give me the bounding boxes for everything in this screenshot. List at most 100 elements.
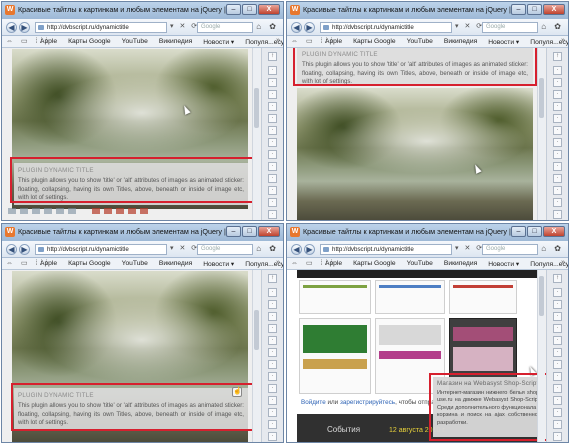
scrollbar-thumb[interactable] bbox=[254, 310, 259, 350]
sidebar-button[interactable]: · bbox=[268, 66, 277, 75]
back-button[interactable]: ◀ bbox=[6, 22, 17, 33]
sidebar-button[interactable]: · bbox=[268, 102, 277, 111]
bookmark-news[interactable]: Новости ▾ bbox=[488, 260, 519, 268]
portfolio-thumbnail[interactable] bbox=[299, 318, 371, 394]
bookmark-google-maps[interactable]: Карты Google bbox=[68, 260, 110, 268]
home-settings-icons[interactable]: ⌂ ✿ bbox=[541, 22, 564, 31]
sidebar-button[interactable]: · bbox=[268, 210, 277, 219]
bookmark-youtube[interactable]: YouTube bbox=[122, 260, 148, 268]
sidebar-button[interactable]: · bbox=[268, 384, 277, 393]
sidebar-button[interactable]: · bbox=[553, 360, 562, 369]
bookmark-apple[interactable]: Apple bbox=[40, 260, 57, 268]
sidebar-button[interactable]: · bbox=[268, 174, 277, 183]
login-link[interactable]: Войдите bbox=[301, 399, 326, 406]
scrollbar-thumb[interactable] bbox=[539, 78, 544, 118]
bookmark-youtube[interactable]: YouTube bbox=[407, 38, 433, 46]
sidebar-button[interactable]: · bbox=[553, 138, 562, 147]
portfolio-thumbnail[interactable] bbox=[449, 280, 517, 314]
sidebar-button[interactable]: · bbox=[553, 408, 562, 417]
sidebar-button[interactable]: · bbox=[268, 312, 277, 321]
sidebar-button[interactable]: · bbox=[268, 408, 277, 417]
sidebar-button[interactable]: · bbox=[553, 162, 562, 171]
bookmarks-more-icon[interactable]: » bbox=[561, 37, 565, 44]
sidebar-button[interactable]: · bbox=[268, 114, 277, 123]
home-settings-icons[interactable]: ⌂ ✿ bbox=[256, 22, 279, 31]
vertical-scrollbar[interactable] bbox=[252, 48, 260, 220]
address-bar[interactable]: http://dvbscript.ru/dynamictitle bbox=[35, 22, 167, 33]
title-bar[interactable]: W Красивые тайтлы к картинкам и любым эл… bbox=[287, 2, 568, 19]
search-input[interactable]: Google bbox=[482, 22, 538, 33]
maximize-button[interactable]: □ bbox=[242, 226, 257, 237]
sidebar-button[interactable]: · bbox=[553, 348, 562, 357]
minimize-button[interactable]: – bbox=[511, 4, 526, 15]
sidebar-button[interactable]: · bbox=[553, 126, 562, 135]
sidebar-button[interactable]: · bbox=[553, 432, 562, 441]
maximize-button[interactable]: □ bbox=[242, 4, 257, 15]
home-settings-icons[interactable]: ⌂ ✿ bbox=[541, 244, 564, 253]
sidebar-button[interactable]: · bbox=[268, 90, 277, 99]
sidebar-button[interactable]: · bbox=[553, 288, 562, 297]
search-input[interactable]: Google bbox=[482, 244, 538, 255]
search-input[interactable]: Google bbox=[197, 244, 253, 255]
sidebar-button[interactable]: · bbox=[268, 186, 277, 195]
forward-button[interactable]: ▶ bbox=[19, 22, 30, 33]
title-bar[interactable]: W Красивые тайтлы к картинкам и любым эл… bbox=[2, 2, 283, 19]
portfolio-thumbnail[interactable] bbox=[375, 280, 445, 314]
vertical-scrollbar[interactable] bbox=[252, 270, 260, 442]
sidebar-button[interactable]: · bbox=[553, 210, 562, 219]
search-input[interactable]: Google bbox=[197, 22, 253, 33]
bookmark-apple[interactable]: Apple bbox=[325, 38, 342, 46]
sidebar-button[interactable]: · bbox=[268, 372, 277, 381]
sidebar-button[interactable]: · bbox=[553, 396, 562, 405]
close-button[interactable]: X bbox=[543, 4, 565, 15]
sidebar-button[interactable]: · bbox=[268, 432, 277, 441]
sidebar-button[interactable]: · bbox=[553, 384, 562, 393]
bookmark-google-maps[interactable]: Карты Google bbox=[353, 38, 395, 46]
vertical-scrollbar[interactable] bbox=[537, 270, 545, 442]
forward-button[interactable]: ▶ bbox=[304, 22, 315, 33]
sidebar-button[interactable]: · bbox=[553, 336, 562, 345]
bookmarks-more-icon[interactable]: » bbox=[276, 259, 280, 266]
forward-button[interactable]: ▶ bbox=[19, 244, 30, 255]
back-button[interactable]: ◀ bbox=[291, 244, 302, 255]
portfolio-thumbnail[interactable] bbox=[299, 280, 371, 314]
maximize-button[interactable]: □ bbox=[527, 4, 542, 15]
minimize-button[interactable]: – bbox=[511, 226, 526, 237]
bookmarks-more-icon[interactable]: » bbox=[276, 37, 280, 44]
bookmark-news[interactable]: Новости ▾ bbox=[203, 38, 234, 46]
bookmark-wikipedia[interactable]: Википедия bbox=[444, 38, 477, 46]
bookmark-wikipedia[interactable]: Википедия bbox=[444, 260, 477, 268]
sidebar-button[interactable]: · bbox=[553, 300, 562, 309]
address-bar[interactable]: http://dvbscript.ru/dynamictitle bbox=[320, 244, 452, 255]
sidebar-button[interactable]: · bbox=[553, 174, 562, 183]
bookmark-news[interactable]: Новости ▾ bbox=[488, 38, 519, 46]
sidebar-button[interactable]: · bbox=[268, 324, 277, 333]
sidebar-button[interactable]: · bbox=[553, 114, 562, 123]
sidebar-button[interactable]: ↑ bbox=[553, 52, 562, 61]
title-bar[interactable]: W Красивые тайтлы к картинкам и любым эл… bbox=[287, 224, 568, 241]
sidebar-button[interactable]: ↑ bbox=[268, 52, 277, 61]
bookmark-google-maps[interactable]: Карты Google bbox=[353, 260, 395, 268]
bookmark-news[interactable]: Новости ▾ bbox=[203, 260, 234, 268]
sidebar-button[interactable]: · bbox=[553, 420, 562, 429]
sidebar-button[interactable]: ↑ bbox=[553, 274, 562, 283]
bookmark-apple[interactable]: Apple bbox=[40, 38, 57, 46]
sidebar-button[interactable]: · bbox=[553, 312, 562, 321]
scrollbar-thumb[interactable] bbox=[254, 88, 259, 128]
sidebar-button[interactable]: · bbox=[268, 162, 277, 171]
title-bar[interactable]: W Красивые тайтлы к картинкам и любым эл… bbox=[2, 224, 283, 241]
bookmark-wikipedia[interactable]: Википедия bbox=[159, 260, 192, 268]
bookmark-wikipedia[interactable]: Википедия bbox=[159, 38, 192, 46]
sidebar-button[interactable]: ↑ bbox=[268, 274, 277, 283]
sidebar-button[interactable]: · bbox=[268, 138, 277, 147]
sidebar-button[interactable]: · bbox=[268, 420, 277, 429]
vertical-scrollbar[interactable] bbox=[537, 48, 545, 220]
sidebar-button[interactable]: · bbox=[268, 150, 277, 159]
minimize-button[interactable]: – bbox=[226, 4, 241, 15]
address-bar[interactable]: http://dvbscript.ru/dynamictitle bbox=[320, 22, 452, 33]
sidebar-button[interactable]: · bbox=[553, 324, 562, 333]
close-button[interactable]: X bbox=[258, 226, 280, 237]
sidebar-button[interactable]: · bbox=[553, 90, 562, 99]
forward-button[interactable]: ▶ bbox=[304, 244, 315, 255]
bookmark-youtube[interactable]: YouTube bbox=[122, 38, 148, 46]
